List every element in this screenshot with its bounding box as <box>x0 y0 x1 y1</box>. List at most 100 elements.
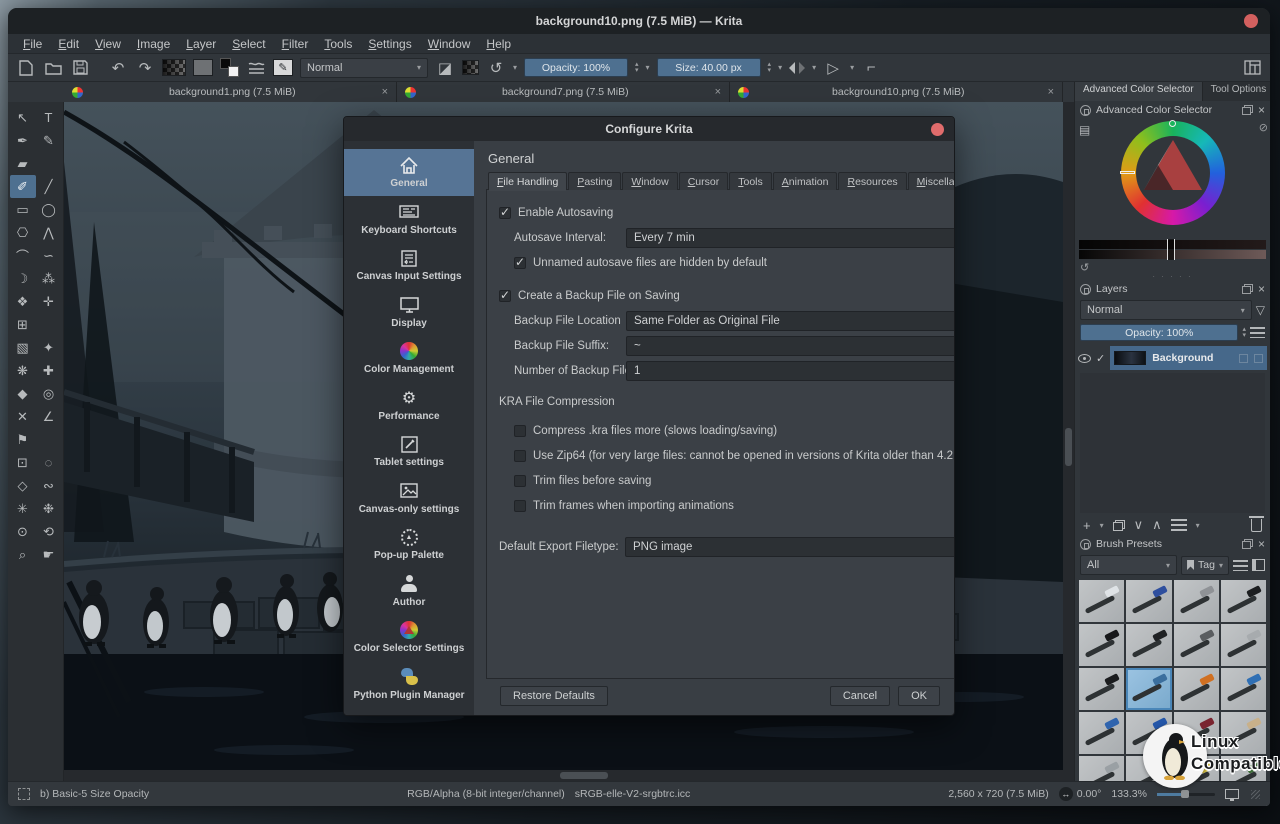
docker-tab[interactable]: Advanced Color Selector <box>1075 82 1203 101</box>
dynamic-brush-tool[interactable]: ☽ <box>10 267 36 290</box>
trim-files-checkbox[interactable]: Trim files before saving <box>514 470 955 491</box>
foreground-background-colors[interactable] <box>220 58 239 77</box>
menu-item[interactable]: Select <box>225 35 272 53</box>
freehand-selection-tool[interactable]: ∾ <box>36 474 62 497</box>
create-backup-checkbox[interactable]: Create a Backup File on Saving <box>499 285 955 306</box>
layer-visibility-icon[interactable] <box>1078 354 1091 363</box>
settings-category-canvas-only[interactable]: Canvas-only settings <box>344 475 474 522</box>
settings-category-color-selector[interactable]: Color Selector Settings <box>344 614 474 661</box>
chevron-down-icon[interactable]: ▾ <box>1196 521 1200 530</box>
opacity-spin-buttons[interactable]: ▴▾ <box>1242 327 1246 339</box>
settings-tab[interactable]: File Handling <box>488 172 567 190</box>
reload-preset-icon[interactable]: ↺ <box>486 58 506 78</box>
bezier-curve-tool[interactable]: ⌒ <box>10 244 36 267</box>
elliptical-selection-tool[interactable]: ◌ <box>36 451 62 474</box>
brush-preset-list-icon[interactable] <box>246 58 266 78</box>
settings-category-tablet[interactable]: Tablet settings <box>344 428 474 475</box>
contiguous-selection-tool[interactable]: ✳ <box>10 497 36 520</box>
window-close-button[interactable] <box>1244 14 1258 28</box>
polygonal-selection-tool[interactable]: ◇ <box>10 474 36 497</box>
add-layer-button[interactable]: + <box>1083 518 1091 533</box>
lock-icon[interactable] <box>1080 105 1091 116</box>
ok-button[interactable]: OK <box>898 686 940 706</box>
settings-tab[interactable]: Cursor <box>679 172 729 190</box>
backup-location-dropdown[interactable]: Same Folder as Original File ▾ <box>626 311 955 331</box>
close-tab-icon[interactable]: × <box>382 86 388 98</box>
brush-preset[interactable] <box>1079 624 1124 666</box>
measure-tool[interactable]: ∠ <box>36 405 62 428</box>
crop-tool[interactable]: ⊞ <box>10 313 36 336</box>
brush-preset[interactable] <box>1126 624 1171 666</box>
gradient-tool[interactable]: ▧ <box>10 336 36 359</box>
close-tab-icon[interactable]: × <box>715 86 721 98</box>
compress-kra-checkbox[interactable]: Compress .kra files more (slows loading/… <box>514 420 955 441</box>
menu-item[interactable]: Help <box>479 35 518 53</box>
toolbox-spacer[interactable] <box>36 152 62 175</box>
bezier-selection-tool[interactable]: ⊙ <box>10 520 36 543</box>
use-zip64-checkbox[interactable]: Use Zip64 (for very large files: cannot … <box>514 445 955 466</box>
settings-category-popup-palette[interactable]: ▲ Pop-up Palette <box>344 521 474 568</box>
choose-workspace-icon[interactable] <box>1242 58 1262 78</box>
backup-suffix-input[interactable]: ~ <box>626 336 955 356</box>
float-docker-icon[interactable] <box>1242 539 1253 549</box>
brush-preset[interactable] <box>1221 624 1266 666</box>
layer-blending-dropdown[interactable]: Normal ▾ <box>1080 300 1252 320</box>
bar-handle[interactable] <box>1167 239 1175 260</box>
settings-category-author[interactable]: Author <box>344 568 474 615</box>
layer-alpha-lock-icon[interactable] <box>1254 354 1263 363</box>
restore-defaults-button[interactable]: Restore Defaults <box>500 686 608 706</box>
preserve-alpha-icon[interactable] <box>462 60 479 75</box>
settings-category-performance[interactable]: ⚙ Performance <box>344 382 474 429</box>
line-tool[interactable]: ╱ <box>36 175 62 198</box>
hue-ring[interactable] <box>1121 121 1225 225</box>
chevron-down-icon[interactable]: ▾ <box>646 63 650 72</box>
layer-row[interactable]: ✓ Background <box>1075 346 1270 370</box>
brush-size-slider[interactable]: Size: 40.00 px <box>657 58 761 77</box>
default-export-filetype-dropdown[interactable]: PNG image ▾ <box>625 537 955 557</box>
duplicate-layer-button[interactable] <box>1113 520 1125 531</box>
menu-item[interactable]: Edit <box>51 35 86 53</box>
new-document-icon[interactable] <box>16 58 36 78</box>
settings-category-canvas-input[interactable]: Canvas Input Settings <box>344 242 474 289</box>
layer-properties-button[interactable] <box>1171 519 1187 531</box>
brush-preset[interactable] <box>1079 580 1124 622</box>
menu-item[interactable]: Window <box>421 35 478 53</box>
colorize-mask-tool[interactable]: ❋ <box>10 359 36 382</box>
pattern-editing-tool[interactable]: ▰ <box>10 152 36 175</box>
brush-preset[interactable] <box>1221 668 1266 710</box>
move-tool[interactable]: ✛ <box>36 290 62 313</box>
toolbox-spacer[interactable] <box>36 428 62 451</box>
float-docker-icon[interactable] <box>1242 284 1253 294</box>
menu-item[interactable]: Layer <box>179 35 223 53</box>
undo-icon[interactable]: ↶ <box>108 58 128 78</box>
rectangle-tool[interactable]: ▭ <box>10 198 36 221</box>
canvas-rotation-widget[interactable]: ↔ 0.00° <box>1059 787 1102 801</box>
freehand-brush-tool[interactable]: ✐ <box>10 175 36 198</box>
menu-item[interactable]: View <box>88 35 128 53</box>
settings-tab[interactable]: Resources <box>838 172 906 190</box>
move-layer-down-button[interactable]: ∨ <box>1134 517 1144 533</box>
document-tab[interactable]: background1.png (7.5 MiB) × <box>64 82 397 102</box>
save-icon[interactable] <box>70 58 90 78</box>
blending-mode-dropdown[interactable]: Normal ▾ <box>300 58 428 78</box>
selector-settings-icon[interactable]: ▤ <box>1079 123 1090 137</box>
chevron-down-icon[interactable]: ▾ <box>513 63 517 72</box>
move-layer-up-button[interactable]: ∧ <box>1152 517 1162 533</box>
document-tab[interactable]: background7.png (7.5 MiB) × <box>397 82 730 102</box>
settings-tab[interactable]: Pasting <box>568 172 621 190</box>
settings-tab[interactable]: Animation <box>773 172 838 190</box>
brush-preset[interactable] <box>1079 668 1124 710</box>
text-tool[interactable]: T <box>36 106 62 129</box>
open-document-icon[interactable] <box>43 58 63 78</box>
settings-category-general[interactable]: General <box>344 149 474 196</box>
brush-preset[interactable] <box>1174 668 1219 710</box>
lock-icon[interactable] <box>1080 539 1091 550</box>
dialog-close-button[interactable] <box>931 123 944 136</box>
canvas-horizontal-scrollbar[interactable] <box>64 770 1074 781</box>
fill-tool[interactable]: ◆ <box>10 382 36 405</box>
smart-patch-tool[interactable]: ✚ <box>36 359 62 382</box>
redo-icon[interactable]: ↷ <box>135 58 155 78</box>
selection-mode-icon[interactable] <box>18 788 30 800</box>
polygon-tool[interactable]: ⎔ <box>10 221 36 244</box>
pan-tool[interactable]: ☛ <box>36 543 62 566</box>
